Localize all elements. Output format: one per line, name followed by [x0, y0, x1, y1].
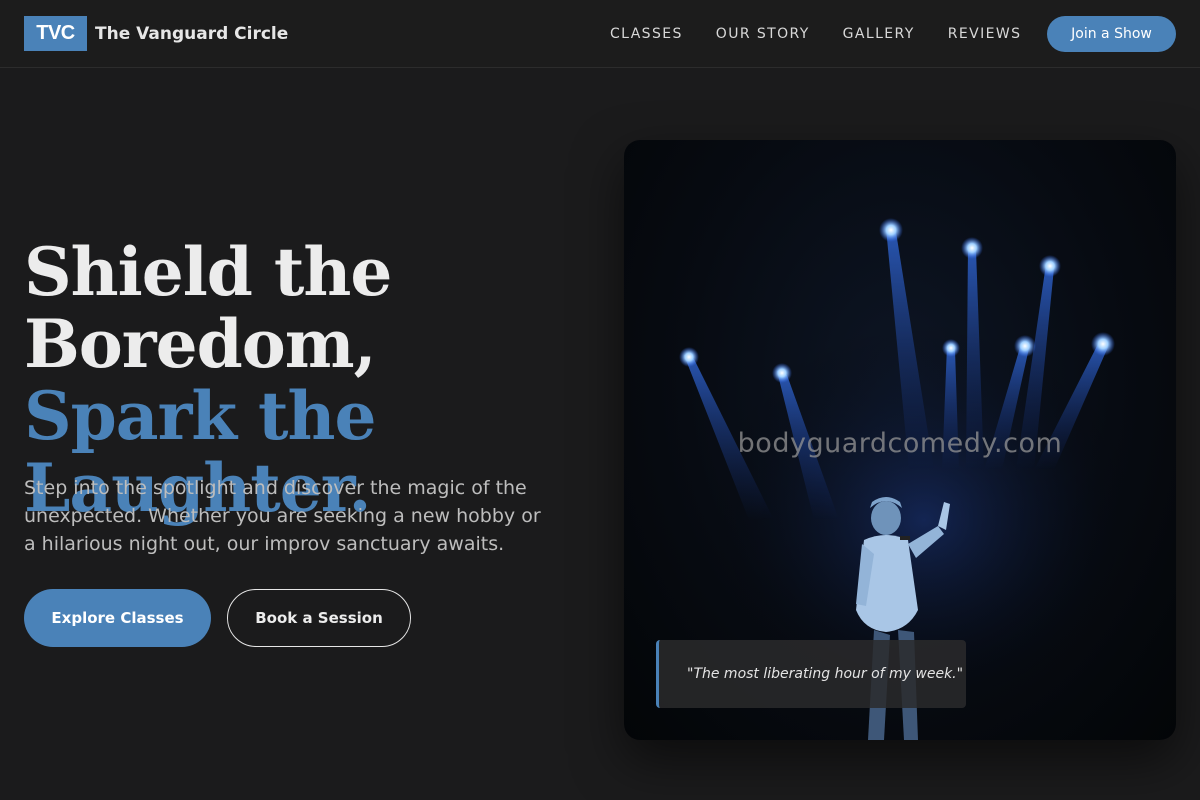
nav-link-reviews[interactable]: REVIEWS [948, 24, 1022, 44]
join-show-button[interactable]: Join a Show [1047, 16, 1176, 52]
nav-link-classes[interactable]: CLASSES [610, 24, 683, 44]
top-navbar: TVC The Vanguard Circle CLASSES OUR STOR… [0, 0, 1200, 68]
hero-title-main: Shield the Boredom, [24, 233, 392, 383]
nav-link-gallery[interactable]: GALLERY [843, 24, 915, 44]
hero-image: bodyguardcomedy.com "The most liberating… [624, 140, 1176, 740]
testimonial-quote-text: "The most liberating hour of my week." [687, 666, 964, 682]
testimonial-quote-card: "The most liberating hour of my week." [656, 640, 966, 708]
explore-classes-button[interactable]: Explore Classes [24, 589, 211, 647]
hero-subtitle: Step into the spotlight and discover the… [24, 477, 541, 555]
watermark-text: bodyguardcomedy.com [737, 428, 1063, 459]
nav-links: CLASSES OUR STORY GALLERY REVIEWS [610, 24, 1021, 44]
logo[interactable]: TVC [24, 16, 87, 51]
nav-link-our-story[interactable]: OUR STORY [716, 24, 810, 44]
book-session-button[interactable]: Book a Session [227, 589, 411, 647]
brand-name[interactable]: The Vanguard Circle [95, 21, 288, 47]
